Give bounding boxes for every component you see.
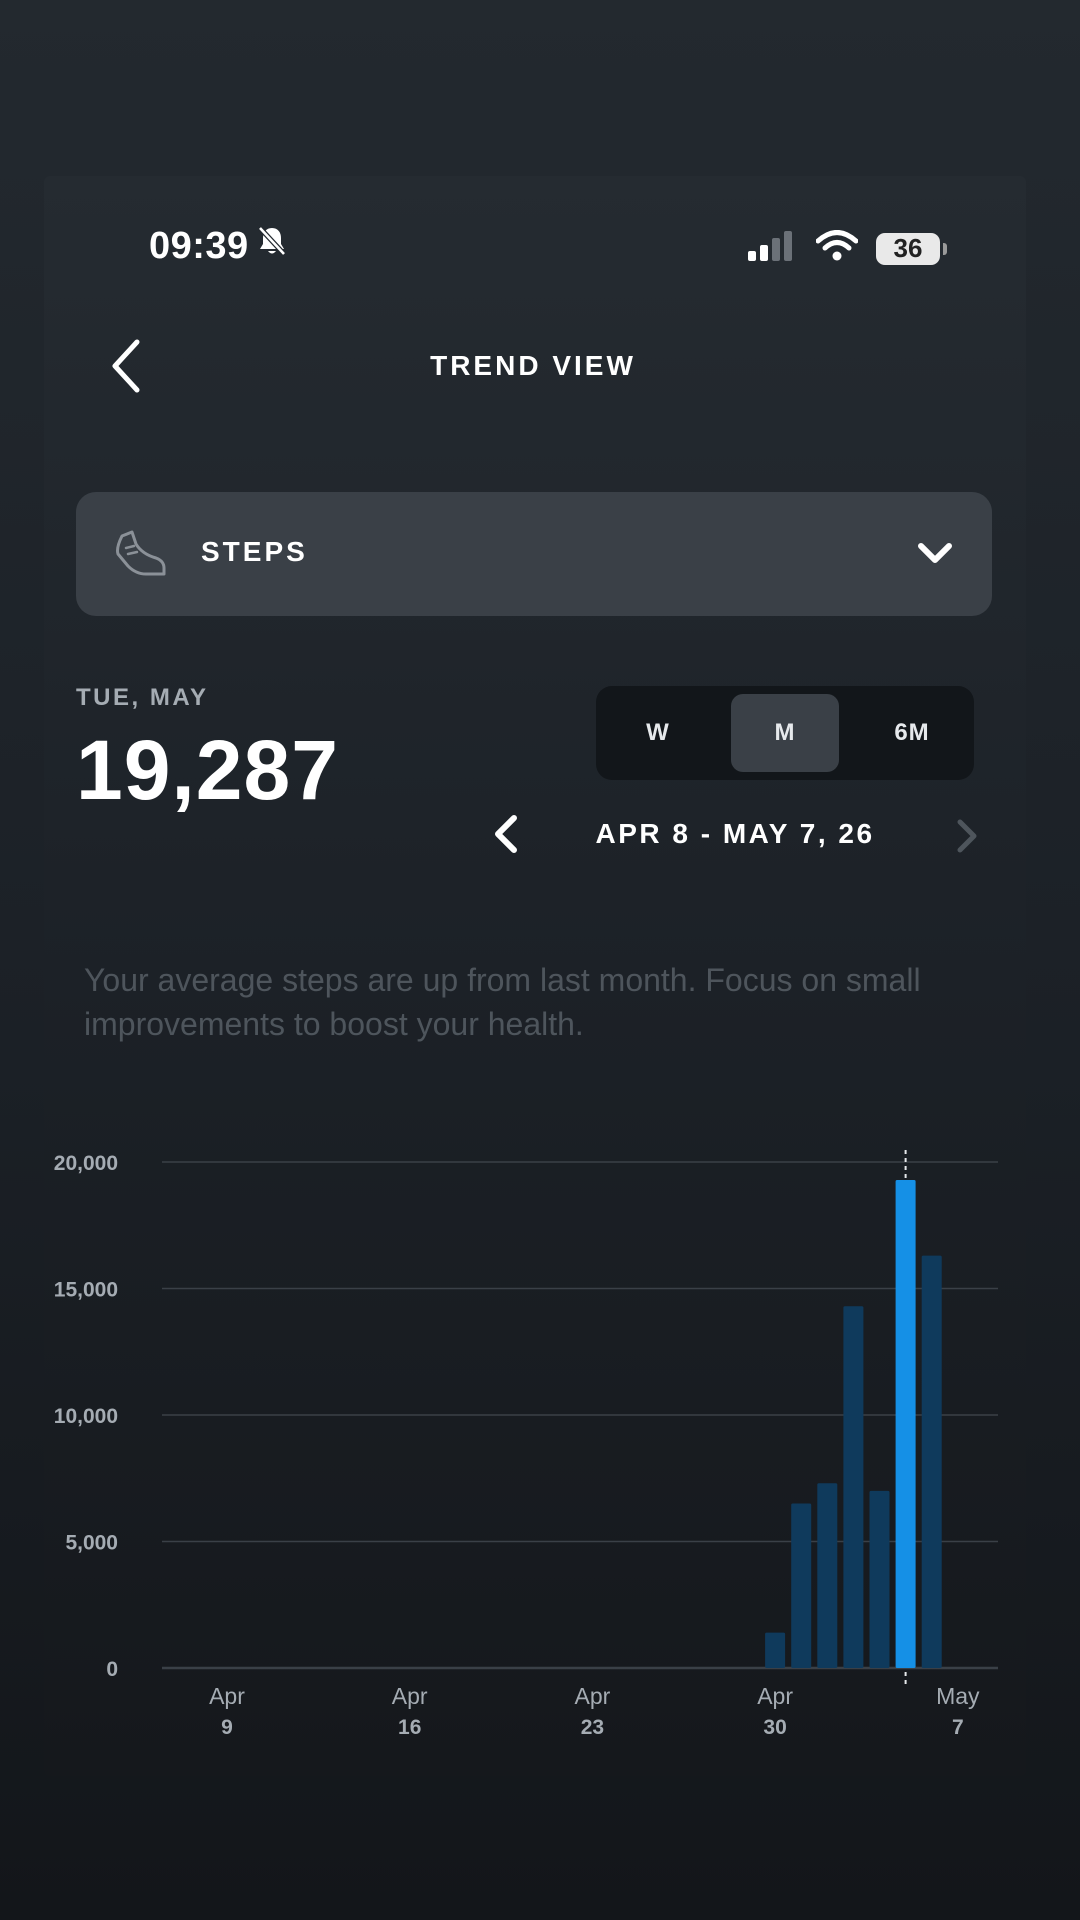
cellular-signal-icon [748,231,798,266]
period-option-6m[interactable]: 6M [858,694,966,772]
chevron-down-icon [916,534,954,577]
wifi-icon [815,230,859,267]
x-tick-label-month: Apr [757,1683,793,1709]
x-tick-label-day: 7 [952,1716,964,1739]
x-tick-label-day: 9 [221,1716,233,1739]
range-next-button[interactable] [952,817,982,860]
bar[interactable] [817,1483,838,1668]
x-tick-label-day: 23 [581,1716,604,1739]
x-tick-label-month: Apr [209,1683,245,1709]
battery-icon: 36 [876,232,947,265]
x-tick-label-month: Apr [392,1683,428,1709]
bell-slash-icon [255,224,289,268]
y-tick-label: 15,000 [54,1279,118,1302]
page-title: TREND VIEW [430,350,636,381]
bar[interactable] [791,1503,812,1668]
x-tick-label-day: 30 [763,1716,786,1739]
bar[interactable] [869,1490,890,1668]
chevron-left-icon [490,815,524,860]
period-toggle: W M 6M [596,686,974,780]
x-tick-label-month: Apr [575,1683,611,1709]
insight-text: Your average steps are up from last mont… [84,962,921,1042]
date-range-label: APR 8 - MAY 7, 26 [595,818,875,849]
battery-level: 36 [893,233,923,263]
y-tick-label: 0 [106,1658,118,1681]
steps-value: 19,287 [76,723,339,817]
period-option-w[interactable]: W [604,694,712,772]
date-label: TUE, MAY [76,684,209,711]
metric-label: STEPS [201,536,308,567]
metric-selector[interactable]: STEPS [76,492,992,616]
x-tick-label-day: 16 [398,1716,421,1739]
bar[interactable] [921,1255,942,1668]
bar[interactable] [843,1306,864,1668]
status-icons: 36 [748,230,947,267]
steps-chart: 0 5,000 10,000 15,000 20,000 Apr 9 Apr 16 Apr 23 Ap… [54,1150,998,1739]
x-tick-label-month: May [936,1683,980,1709]
bar-selected[interactable] [895,1180,916,1668]
period-option-m[interactable]: M [731,694,839,772]
y-tick-label: 20,000 [54,1152,118,1175]
shoe-icon [112,526,168,587]
y-tick-label: 5,000 [65,1532,118,1555]
status-time: 09:39 [149,224,289,268]
y-tick-label: 10,000 [54,1405,118,1428]
chevron-right-icon [952,819,982,859]
range-prev-button[interactable] [490,812,524,861]
status-time-text: 09:39 [149,224,249,267]
bar[interactable] [765,1632,786,1668]
